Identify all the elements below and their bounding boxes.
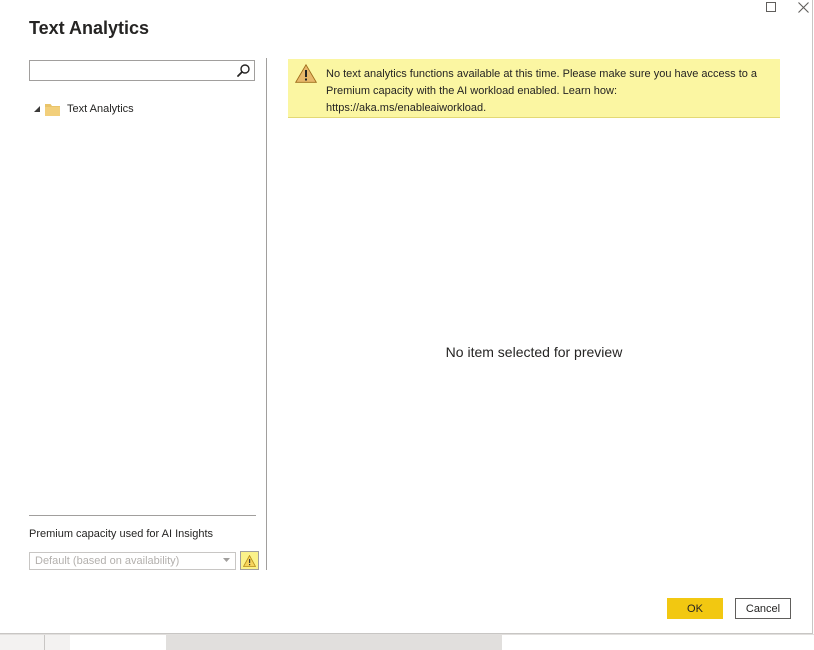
capacity-selected-value: Default (based on availability) (35, 555, 180, 567)
warning-banner: No text analytics functions available at… (288, 59, 780, 118)
background-cell (70, 635, 166, 650)
warning-icon (243, 554, 256, 567)
tree-item-label: Text Analytics (67, 103, 134, 115)
capacity-warning-button[interactable] (240, 551, 259, 570)
close-button[interactable] (793, 0, 813, 14)
tree-item-text-analytics[interactable]: Text Analytics (33, 100, 134, 118)
close-icon (797, 1, 809, 13)
dialog-title: Text Analytics (29, 18, 150, 38)
background-cell (502, 635, 814, 650)
capacity-dropdown[interactable]: Default (based on availability) (29, 552, 236, 570)
ok-button[interactable]: OK (667, 598, 723, 619)
capacity-label: Premium capacity used for AI Insights (29, 528, 214, 540)
search-box[interactable] (29, 60, 255, 81)
expanded-triangle-icon[interactable] (33, 105, 41, 113)
left-pane-divider (29, 515, 256, 516)
preview-empty-text: No item selected for preview (445, 344, 623, 360)
text-analytics-dialog: Text Analytics Text Analytics Premium ca… (0, 0, 813, 634)
maximize-icon (766, 2, 776, 12)
background-app-strip (0, 634, 814, 650)
search-input[interactable] (30, 61, 238, 80)
background-cell (166, 635, 502, 650)
chevron-down-icon (223, 558, 230, 562)
cancel-button[interactable]: Cancel (735, 598, 791, 619)
warning-icon (295, 64, 317, 83)
maximize-button[interactable] (761, 0, 781, 14)
warning-message: No text analytics functions available at… (326, 68, 758, 114)
pane-splitter[interactable] (266, 58, 267, 570)
search-icon[interactable] (236, 63, 251, 78)
folder-icon (45, 103, 60, 116)
background-separator (44, 635, 45, 650)
